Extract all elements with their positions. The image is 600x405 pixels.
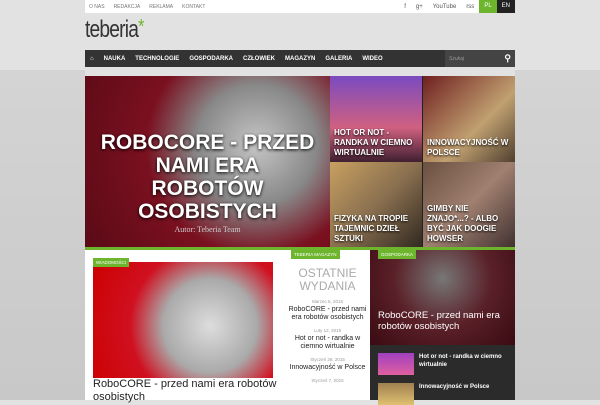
category-tag[interactable]: GOSPODARKA xyxy=(378,250,417,259)
issue-date: Luty 12, 2015 xyxy=(313,328,342,333)
nav-technologie[interactable]: TECHNOLOGIE xyxy=(130,56,184,62)
search-input[interactable]: Szukaj ⚲ xyxy=(445,50,515,67)
list-item[interactable]: Hot or not - randka w ciemno wirtualnie xyxy=(378,353,509,375)
link-o-nas[interactable]: O NAS xyxy=(89,4,105,10)
news-column: WIADOMOŚCI RoboCORE - przed nami era rob… xyxy=(85,250,285,403)
search-placeholder: Szukaj xyxy=(449,55,465,62)
logo-text: teberia xyxy=(85,16,139,43)
item-title[interactable]: Hot or not - randka w ciemno wirtualnie xyxy=(419,353,509,375)
nav-czlowiek[interactable]: CZŁOWIEK xyxy=(238,56,280,62)
thumbnail xyxy=(378,383,414,405)
lang-en[interactable]: EN xyxy=(496,0,515,13)
tile-fizyka[interactable]: FIZYKA NA TROPIE TAJEMNIC DZIEŁ SZTUKI xyxy=(330,162,422,248)
issue-date: Styczeń 28, 2015 xyxy=(310,357,345,362)
nav-magazyn[interactable]: MAGAZYN xyxy=(280,56,320,62)
link-reklama[interactable]: REKLAMA xyxy=(149,4,173,10)
hero-main-article[interactable]: ROBOCORE - PRZED NAMI ERA ROBOTÓW OSOBIS… xyxy=(85,76,330,248)
search-icon[interactable]: ⚲ xyxy=(504,53,511,64)
gospodarka-column: GOSPODARKA RoboCORE - przed nami era rob… xyxy=(370,250,515,405)
nav-gospodarka[interactable]: GOSPODARKA xyxy=(184,56,238,62)
thumbnail xyxy=(378,353,414,375)
tile-innowacyjnosc[interactable]: INNOWACYJNOŚĆ W POLSCE xyxy=(423,76,515,162)
nav-galeria[interactable]: GALERIA xyxy=(320,56,357,62)
logo[interactable]: teberia* xyxy=(85,16,144,44)
rss-icon[interactable]: rss xyxy=(461,4,479,10)
category-tag[interactable]: TEBERIA MAGAZYN xyxy=(291,250,340,259)
nav-wideo[interactable]: WIDEO xyxy=(357,56,387,62)
hero-author: Autor: Teberia Team xyxy=(174,224,241,234)
issue-title[interactable]: RoboCORE - przed nami era robotów osobis… xyxy=(285,306,370,322)
google-plus-icon[interactable]: g+ xyxy=(411,4,428,10)
youtube-icon[interactable]: YouTube xyxy=(428,4,462,10)
background-right xyxy=(515,70,600,400)
hero-slider: ROBOCORE - PRZED NAMI ERA ROBOTÓW OSOBIS… xyxy=(85,76,515,248)
top-bar: O NAS REDAKCJA REKLAMA KONTAKT f g+ YouT… xyxy=(85,0,515,13)
hero-title[interactable]: ROBOCORE - PRZED NAMI ERA ROBOTÓW OSOBIS… xyxy=(98,131,318,223)
magazine-column: TEBERIA MAGAZYN OSTATNIE WYDANIA Marzec … xyxy=(285,250,370,400)
home-icon[interactable]: ⌂ xyxy=(85,56,99,62)
link-kontakt[interactable]: KONTAKT xyxy=(182,4,205,10)
main-nav: ⌂ NAUKA TECHNOLOGIE GOSPODARKA CZŁOWIEK … xyxy=(85,50,515,67)
list-item[interactable]: Innowacyjność w Polsce xyxy=(378,383,509,405)
article-title[interactable]: RoboCORE - przed nami era robotów osobis… xyxy=(378,310,515,332)
lang-pl[interactable]: PL xyxy=(479,0,497,13)
nav-nauka[interactable]: NAUKA xyxy=(99,56,131,62)
facebook-icon[interactable]: f xyxy=(399,4,411,10)
issue-date: Marzec 5, 2015 xyxy=(311,299,344,304)
asterisk-icon: * xyxy=(138,16,144,38)
section-heading: OSTATNIE WYDANIA xyxy=(298,266,357,293)
category-tag[interactable]: WIADOMOŚCI xyxy=(93,258,129,267)
article-title[interactable]: RoboCORE - przed nami era robotów osobis… xyxy=(93,378,285,404)
link-redakcja[interactable]: REDAKCJA xyxy=(114,4,141,10)
article-image[interactable] xyxy=(93,262,273,378)
tile-gimby[interactable]: GIMBY NIE ZNAJO*...? - ALBO BYĆ JAK DOOG… xyxy=(423,162,515,248)
background-left xyxy=(0,70,85,400)
issue-date: Styczeń 7, 2015 xyxy=(311,378,344,383)
item-title[interactable]: Innowacyjność w Polsce xyxy=(419,383,509,405)
tile-hot-or-not[interactable]: HOT OR NOT - RANDKA W CIEMNO WIRTUALNIE xyxy=(330,76,422,162)
issue-title[interactable]: Innowacyjność w Polsce xyxy=(285,364,370,372)
issue-title[interactable]: Hot or not - randka w ciemno wirtualnie xyxy=(285,335,370,351)
